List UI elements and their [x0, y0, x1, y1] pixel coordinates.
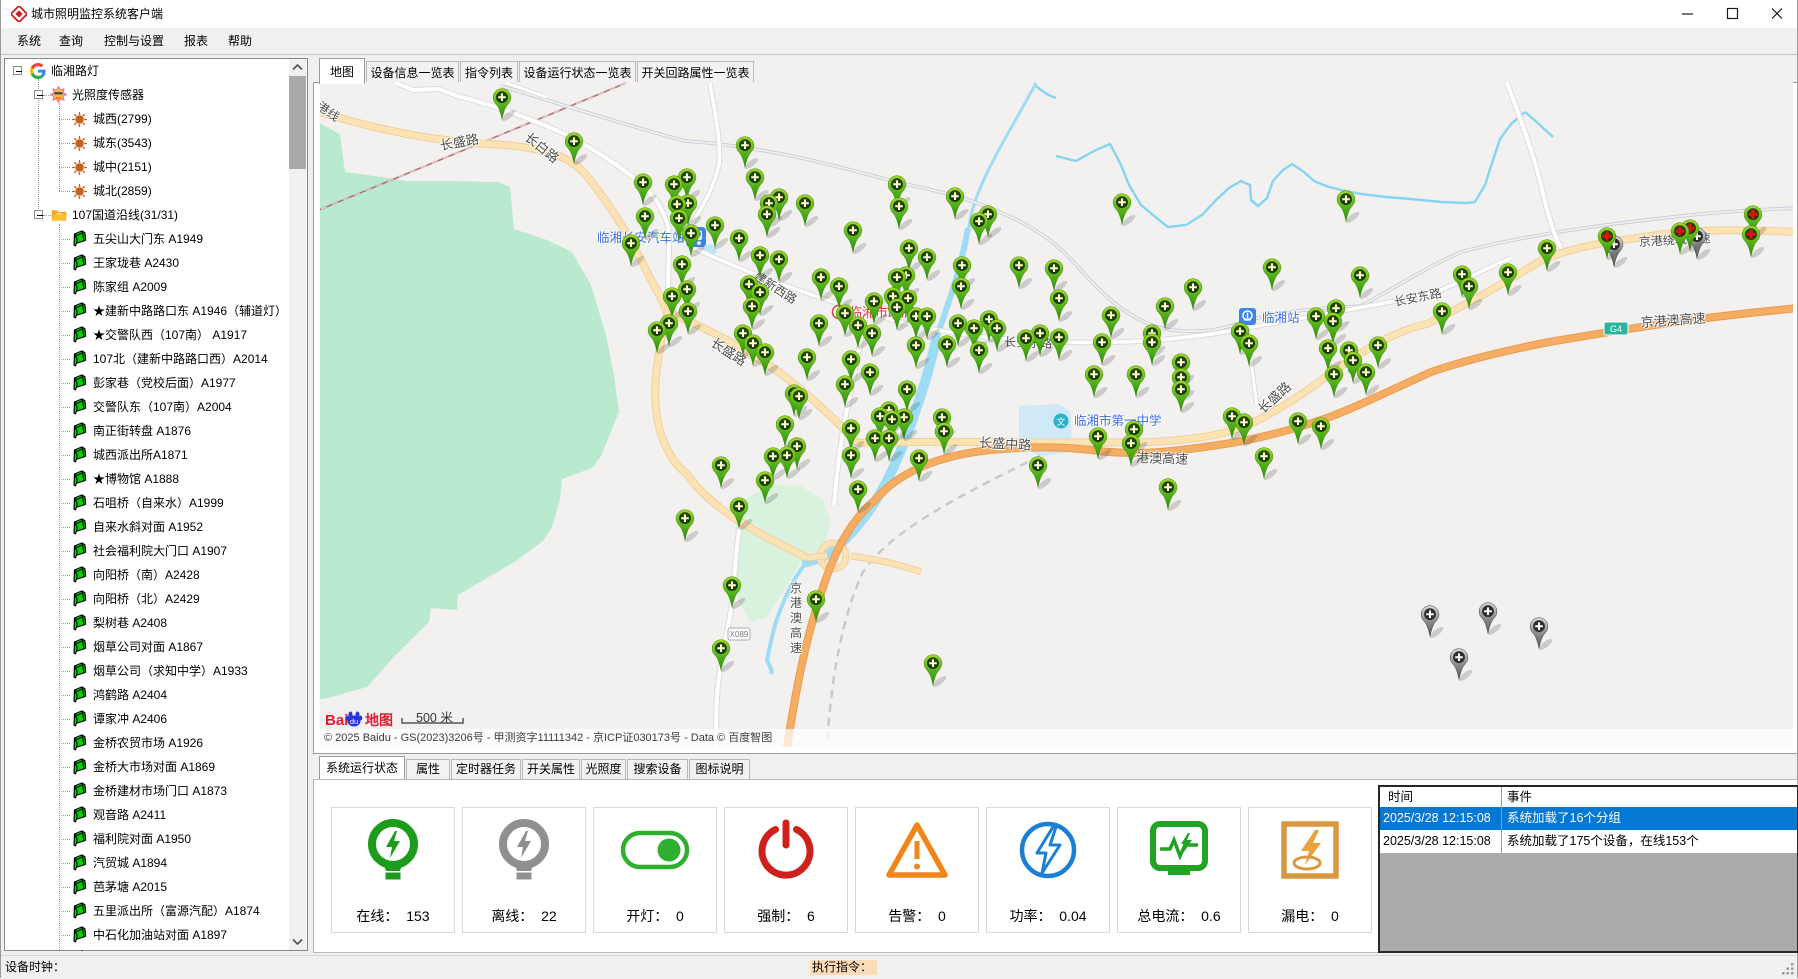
- svg-text:速: 速: [790, 641, 802, 655]
- svg-text:港: 港: [790, 596, 802, 610]
- svg-text:G4: G4: [1610, 324, 1622, 334]
- svg-text:临湘长安汽车站: 临湘长安汽车站: [597, 230, 685, 245]
- svg-text:临湘站: 临湘站: [1262, 310, 1300, 325]
- svg-text:Bai: Bai: [325, 712, 348, 729]
- svg-text:文: 文: [1056, 416, 1065, 427]
- svg-text:地图: 地图: [365, 712, 393, 728]
- svg-text:© 2025 Baidu - GS(2023)3206号 -: © 2025 Baidu - GS(2023)3206号 - 甲测资字11111…: [324, 730, 772, 744]
- svg-text:澳: 澳: [790, 611, 802, 625]
- svg-text:高: 高: [790, 625, 802, 640]
- svg-text:X089: X089: [730, 630, 749, 639]
- svg-text:长盛中路: 长盛中路: [979, 435, 1032, 453]
- svg-text:du: du: [350, 717, 358, 726]
- svg-text:京: 京: [790, 581, 802, 595]
- svg-text:临湘市第一中学: 临湘市第一中学: [1074, 413, 1162, 428]
